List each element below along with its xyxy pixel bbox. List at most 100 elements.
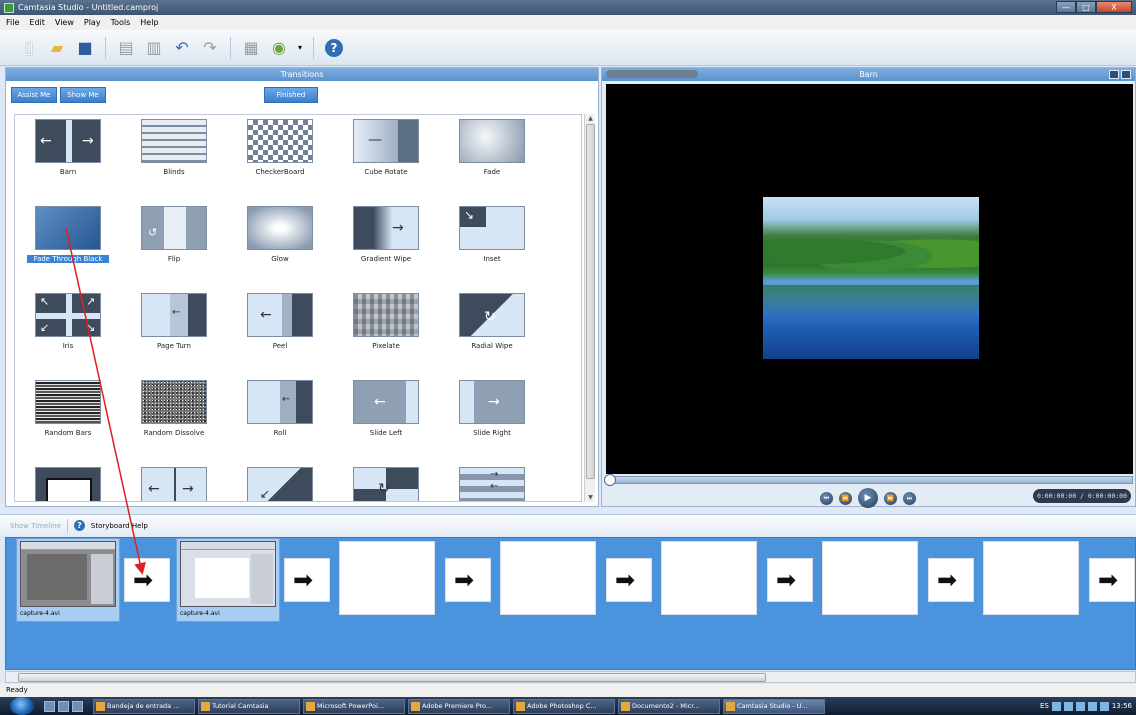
empty-clip-slot[interactable] [500, 541, 596, 615]
transition-stretch[interactable] [15, 465, 121, 501]
menu-view[interactable]: View [55, 18, 74, 27]
transition-peel[interactable]: ← Peel [227, 291, 333, 377]
rewind-start-icon[interactable]: ⏮ [820, 491, 833, 505]
scrollbar-thumb[interactable] [18, 673, 766, 682]
library-icon[interactable]: ▦ [240, 37, 262, 59]
transition-iris[interactable]: ↖ ↗ ↙ ↘ Iris [15, 291, 121, 377]
transition-radial-wipe[interactable]: ↻ Radial Wipe [439, 291, 545, 377]
transition-page-turn[interactable]: ← Page Turn [121, 291, 227, 377]
empty-clip-slot[interactable] [983, 541, 1079, 615]
transition-checkerboard[interactable]: CheckerBoard [227, 117, 333, 203]
transition-wheel[interactable]: ↻ [333, 465, 439, 501]
transition-glow[interactable]: Glow [227, 204, 333, 290]
maximize-button[interactable]: □ [1076, 1, 1096, 13]
taskbar-item[interactable]: Adobe Photoshop C... [513, 698, 615, 714]
produce-icon[interactable]: ◉ [268, 37, 290, 59]
scroll-down-icon[interactable]: ▼ [585, 493, 596, 502]
dropdown-icon[interactable]: ▾ [296, 37, 304, 59]
transition-slot[interactable]: ➡ [445, 558, 491, 602]
taskbar-item[interactable]: Adobe Premiere Pro... [408, 698, 510, 714]
transition-blinds[interactable]: Blinds [121, 117, 227, 203]
show-desktop-icon[interactable] [44, 700, 55, 712]
save-icon[interactable]: ■ [74, 37, 96, 59]
forward-end-icon[interactable]: ⏭ [903, 491, 916, 505]
transition-split[interactable]: ← → [121, 465, 227, 501]
transitions-grid: ← → Barn Blinds CheckerBoard — Cube Rota… [14, 114, 582, 502]
fast-forward-icon[interactable]: ⏩ [884, 491, 897, 505]
undo-icon[interactable]: ↶ [171, 37, 193, 59]
new-project-icon[interactable]: ▯ [18, 37, 40, 59]
transition-random-bars[interactable]: Random Bars [15, 378, 121, 464]
transition-cube-rotate[interactable]: — Cube Rotate [333, 117, 439, 203]
assist-me-button[interactable]: Assist Me [11, 87, 57, 103]
transition-slot[interactable]: ➡ [124, 558, 170, 602]
tray-icon[interactable] [1063, 701, 1073, 711]
menu-file[interactable]: File [6, 18, 19, 27]
taskbar-item[interactable]: Documento2 - Micr... [618, 698, 720, 714]
empty-clip-slot[interactable] [822, 541, 918, 615]
show-me-button[interactable]: Show Me [60, 87, 106, 103]
transition-inset[interactable]: ↘ Inset [439, 204, 545, 290]
transition-slot[interactable]: ➡ [284, 558, 330, 602]
close-button[interactable]: X [1096, 1, 1132, 13]
storyboard-clip[interactable]: capture-4.avi [176, 538, 280, 622]
preview-resize-handle[interactable] [606, 70, 698, 78]
network-icon[interactable] [1087, 701, 1097, 711]
seek-bar[interactable] [604, 474, 1133, 486]
switch-windows-icon[interactable] [58, 700, 69, 712]
save-as-icon[interactable]: ▥ [143, 37, 165, 59]
scroll-up-icon[interactable]: ▲ [585, 114, 596, 123]
redo-icon[interactable]: ↷ [199, 37, 221, 59]
menu-play[interactable]: Play [84, 18, 101, 27]
minimize-button[interactable]: — [1056, 1, 1076, 13]
language-indicator[interactable]: ES [1040, 702, 1049, 710]
print-icon[interactable]: ▤ [115, 37, 137, 59]
fit-to-window-icon[interactable] [1109, 70, 1119, 79]
transition-fade[interactable]: Fade [439, 117, 545, 203]
play-icon[interactable]: ▶ [858, 488, 878, 508]
taskbar-item[interactable]: Bandeja de entrada ... [93, 698, 195, 714]
transition-roll[interactable]: ← Roll [227, 378, 333, 464]
explorer-icon[interactable] [72, 700, 83, 712]
transition-slot[interactable]: ➡ [606, 558, 652, 602]
seek-knob[interactable] [604, 474, 616, 486]
video-canvas[interactable] [606, 84, 1133, 474]
finished-button[interactable]: Finished [264, 87, 318, 103]
tray-icon[interactable] [1051, 701, 1061, 711]
transition-slot[interactable]: ➡ [767, 558, 813, 602]
transition-barn[interactable]: ← → Barn [15, 117, 121, 203]
transition-slide-left[interactable]: ← Slide Left [333, 378, 439, 464]
help-icon[interactable]: ? [323, 37, 345, 59]
scrollbar-thumb[interactable] [586, 124, 595, 479]
transition-pixelate[interactable]: Pixelate [333, 291, 439, 377]
empty-clip-slot[interactable] [661, 541, 757, 615]
storyboard-scrollbar[interactable] [5, 671, 1136, 683]
taskbar-item[interactable]: Microsoft PowerPoi... [303, 698, 405, 714]
transition-slot[interactable]: ➡ [1089, 558, 1135, 602]
start-button[interactable] [10, 697, 34, 715]
transition-diagonal[interactable]: ↙ [227, 465, 333, 501]
transition-fade-through-black[interactable]: Fade Through Black [15, 204, 121, 290]
transition-slot[interactable]: ➡ [928, 558, 974, 602]
rewind-icon[interactable]: ⏪ [839, 491, 852, 505]
storyboard-clip[interactable]: capture-4.avi [16, 538, 120, 622]
open-folder-icon[interactable]: ▰ [46, 37, 68, 59]
transition-gradient-wipe[interactable]: → Gradient Wipe [333, 204, 439, 290]
taskbar-item[interactable]: Tutorial Camtasia [198, 698, 300, 714]
transition-slide-right[interactable]: → Slide Right [439, 378, 545, 464]
storyboard-help-link[interactable]: Storyboard Help [91, 522, 148, 530]
transitions-scrollbar[interactable]: ▲ ▼ [584, 114, 595, 502]
show-timeline-button[interactable]: Show Timeline [10, 522, 61, 530]
tray-icon[interactable] [1075, 701, 1085, 711]
empty-clip-slot[interactable] [339, 541, 435, 615]
menu-edit[interactable]: Edit [29, 18, 45, 27]
taskbar-item-active[interactable]: Camtasia Studio - U... [723, 698, 825, 714]
transition-random-dissolve[interactable]: Random Dissolve [121, 378, 227, 464]
transition-flip[interactable]: ↺ Flip [121, 204, 227, 290]
quick-launch [44, 700, 83, 712]
menu-tools[interactable]: Tools [111, 18, 131, 27]
transition-stripes[interactable]: → ← [439, 465, 545, 501]
menu-help[interactable]: Help [140, 18, 158, 27]
volume-icon[interactable] [1099, 701, 1109, 711]
detach-preview-icon[interactable] [1121, 70, 1131, 79]
